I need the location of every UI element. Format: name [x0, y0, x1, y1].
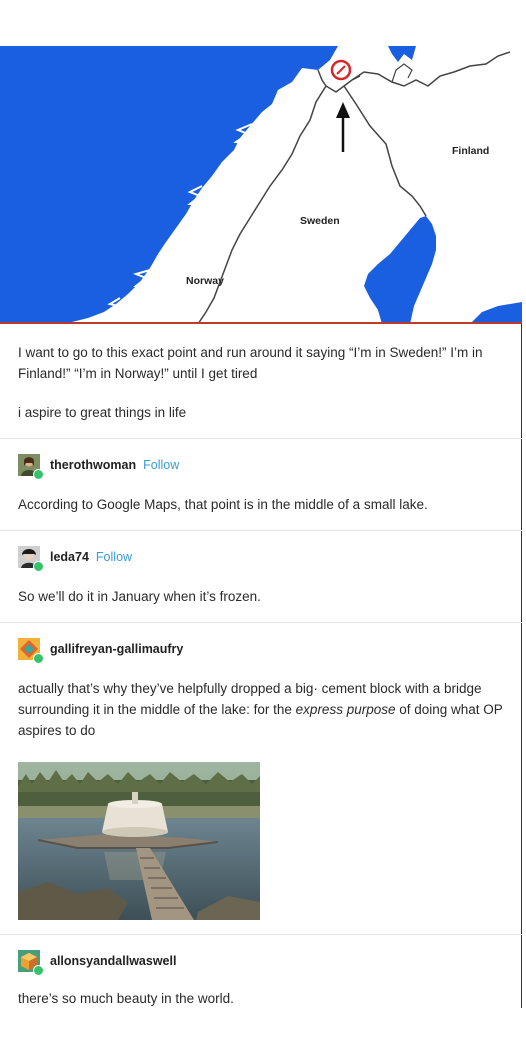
map-label-norway: Norway — [186, 275, 224, 287]
reply-text: So we’ll do it in January when it’s froz… — [18, 589, 261, 604]
person-avatar-icon[interactable] — [18, 546, 44, 572]
cube-avatar-icon[interactable] — [18, 950, 44, 976]
divider — [0, 934, 522, 935]
reply-text-emphasis: express purpose — [295, 702, 396, 717]
divider — [0, 438, 522, 439]
reply-text: there’s so much beauty in the world. — [18, 991, 234, 1006]
reply-header: gallifreyan-gallimaufry — [18, 638, 183, 664]
divider — [0, 530, 522, 531]
map-label-sweden: Sweden — [300, 215, 340, 227]
map-image: Finland Sweden Norway — [0, 46, 522, 324]
divider — [0, 622, 522, 623]
post-container: Finland Sweden Norway I want to go to th… — [0, 46, 522, 1008]
reply-header: leda74 Follow — [18, 546, 132, 572]
reply-header: allonsyandallwaswell — [18, 950, 176, 976]
op-text: I want to go to this exact point and run… — [18, 345, 483, 381]
username[interactable]: gallifreyan-gallimaufry — [50, 642, 183, 656]
follow-button[interactable]: Follow — [143, 458, 179, 472]
person-avatar-icon[interactable] — [18, 454, 44, 480]
op-text-2: i aspire to great things in life — [18, 405, 187, 420]
reply-header: therothwoman Follow — [18, 454, 179, 480]
username[interactable]: therothwoman — [50, 458, 136, 472]
username[interactable]: allonsyandallwaswell — [50, 954, 176, 968]
username[interactable]: leda74 — [50, 550, 89, 564]
follow-button[interactable]: Follow — [96, 550, 132, 564]
lake-photo — [18, 762, 260, 920]
map-label-finland: Finland — [452, 145, 489, 157]
reply-text: actually that’s why they’ve helpfully dr… — [18, 678, 508, 741]
reply-text: According to Google Maps, that point is … — [18, 497, 428, 512]
diamond-avatar-icon[interactable] — [18, 638, 44, 664]
